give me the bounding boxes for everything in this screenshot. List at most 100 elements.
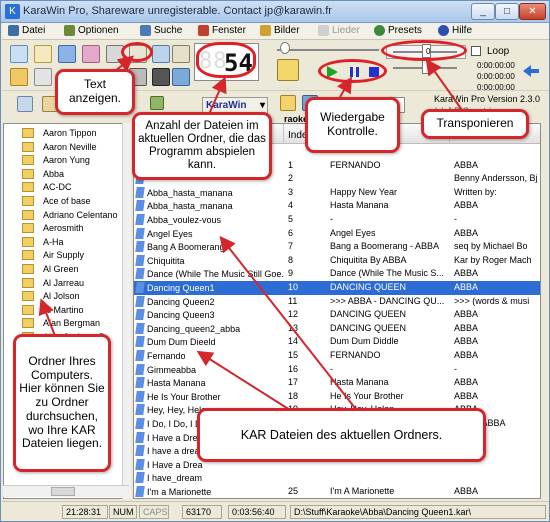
position-slider-knob[interactable] (280, 42, 290, 54)
folder-item[interactable]: Al Martino (20, 304, 130, 316)
menu-optionen-label: Optionen (78, 25, 119, 36)
table-row[interactable]: Chiquitita 8 Chiquitita By ABBA Kar by Roge… (134, 254, 540, 268)
leaf-icon[interactable] (150, 96, 164, 110)
folder-item[interactable]: AC-DC (20, 181, 130, 193)
table-row[interactable]: Gimmeabba 16 - - (134, 363, 540, 377)
folder-label: Aerosmith (43, 223, 84, 234)
folder-item[interactable]: A-Ha (20, 236, 130, 248)
table-row[interactable]: Dancing_queen2_abba 13 DANCING QUEEN ABBA (134, 322, 540, 336)
folder-label: Abba (43, 168, 65, 179)
menu-datei[interactable]: Datei (8, 25, 45, 36)
table-row[interactable]: Abba_hasta_manana 4 Hasta Manana ABBA (134, 199, 540, 213)
menu-hilfe[interactable]: Hilfe (438, 25, 472, 36)
folder-horizontal-scrollbar[interactable] (3, 485, 129, 497)
cell-file: Angel Eyes (134, 227, 284, 239)
disk-icon[interactable] (10, 45, 28, 63)
folder-label: Aaron Neville (43, 141, 97, 152)
minimize-button[interactable]: _ (471, 3, 495, 20)
folder-item[interactable]: Al Jarreau (20, 277, 130, 289)
folder-item[interactable]: Adriano Celentano (20, 209, 130, 221)
table-row[interactable]: Abba_hasta_manana 3 Happy New Year Written … (134, 186, 540, 200)
cell-file: I have_dream (134, 472, 284, 484)
folder-item[interactable]: Aerosmith (20, 222, 130, 234)
menu-bilder[interactable]: Bilder (260, 25, 300, 36)
table-row[interactable]: I'm a Marionette 25 I'm A Marionette ABBA (134, 485, 540, 498)
loop-checkbox[interactable] (471, 46, 481, 56)
pictures-icon (260, 25, 271, 36)
file-name: Abba_hasta_manana (147, 201, 233, 212)
folder-item[interactable]: Al Green (20, 263, 130, 275)
cell-author: Written by: (454, 186, 497, 197)
cell-title: FERNANDO (330, 159, 381, 170)
back-arrow-icon[interactable] (523, 65, 539, 77)
folder-icon (22, 250, 34, 261)
folder-item[interactable]: Ace of base (20, 195, 130, 207)
cell-title: Chiquitita By ABBA (330, 254, 407, 265)
document-icon[interactable] (58, 45, 76, 63)
folder-item[interactable]: Aaron Yung (20, 154, 130, 166)
copy-icon[interactable] (34, 68, 52, 86)
horizontal-scroll-thumb[interactable] (51, 487, 75, 496)
folder-item[interactable]: Alan Bergman (20, 317, 130, 329)
cell-file: Bang A Boomerang (134, 241, 284, 253)
table-row[interactable]: I have_dream (134, 471, 540, 485)
cell-author: seq by Michael Bo (454, 241, 528, 252)
menu-fenster[interactable]: Fenster (198, 25, 246, 36)
singer-icon[interactable] (277, 59, 299, 81)
karaoke-icon[interactable] (280, 95, 296, 111)
kar-file-icon (135, 418, 145, 429)
folder-item[interactable]: Al Jolson (20, 290, 130, 302)
table-row[interactable]: Hasta Manana 17 Hasta Manana ABBA (134, 376, 540, 390)
table-row[interactable]: Dum Dum Dieeld 14 Dum Dum Diddle ABBA (134, 335, 540, 349)
menu-bilder-label: Bilder (274, 25, 300, 36)
paint-icon[interactable] (82, 45, 100, 63)
kar-file-icon (135, 336, 145, 348)
folder-open-icon[interactable] (10, 68, 28, 86)
kar-file-icon (135, 363, 145, 375)
folder-icon (22, 141, 34, 152)
presets-icon (374, 25, 385, 36)
kar-file-icon (135, 404, 145, 416)
maximize-button[interactable]: □ (495, 3, 519, 20)
kar-file-icon (135, 458, 145, 470)
cell-author: ABBA (454, 159, 479, 170)
kar-file-icon (135, 445, 145, 457)
notes-icon[interactable] (34, 45, 52, 63)
folder-label: Al Jolson (43, 291, 80, 302)
table-row[interactable]: Dancing Queen1 10 DANCING QUEEN ABBA (134, 281, 540, 295)
menu-optionen[interactable]: Optionen (64, 25, 119, 36)
table-row[interactable]: Dancing Queen2 11 >>> ABBA - DANCING QU...… (134, 295, 540, 309)
karaoke-dropdown-label: KaraWin (206, 100, 247, 111)
pencil-icon[interactable] (172, 45, 190, 63)
folder-vertical-scrollbar[interactable] (122, 123, 131, 499)
songs-icon (318, 25, 329, 36)
cell-file: Chiquitita (134, 254, 284, 266)
film-icon[interactable] (152, 68, 170, 86)
menu-presets[interactable]: Presets (374, 25, 422, 36)
callout-folders: Ordner Ihres Computers. Hier können Sie … (13, 334, 111, 472)
table-row[interactable]: Fernando 15 FERNANDO ABBA (134, 349, 540, 363)
cell-author: ABBA (454, 336, 479, 347)
file-name: Dance (While The Music Still Goe... (147, 269, 284, 280)
position-slider[interactable] (277, 49, 379, 51)
table-row[interactable]: He Is Your Brother 18 He Is Your Brother AB… (134, 390, 540, 404)
folder-item[interactable]: Aaron Tippon (20, 127, 130, 139)
folder-item[interactable]: Air Supply (20, 249, 130, 261)
table-row[interactable]: Dancing Queen3 12 DANCING QUEEN ABBA (134, 308, 540, 322)
table-row[interactable]: Dance (While The Music Still Goe... 9 Danc… (134, 267, 540, 281)
table-row[interactable]: Bang A Boomerang 7 Bang a Boomerang - ABBA… (134, 240, 540, 254)
folder-item[interactable]: Abba (20, 168, 130, 180)
options-icon-2[interactable] (152, 45, 170, 63)
table-row[interactable]: Angel Eyes 6 Angel Eyes ABBA (134, 227, 540, 241)
volume-knob[interactable] (422, 60, 431, 74)
status-caps: CAPS (139, 505, 169, 519)
close-button[interactable]: ✕ (519, 3, 546, 20)
folder-item[interactable]: Aaron Neville (20, 141, 130, 153)
file-name: Abba_hasta_manana (147, 187, 233, 198)
file-name: Dancing_queen2_abba (147, 323, 241, 334)
grid-icon[interactable] (172, 68, 190, 86)
cell-title: >>> ABBA - DANCING QU... (330, 295, 445, 306)
view-icon[interactable] (17, 96, 33, 112)
table-row[interactable]: Abba_voulez-vous 5 - - (134, 213, 540, 227)
menu-suche[interactable]: Suche (140, 25, 182, 36)
